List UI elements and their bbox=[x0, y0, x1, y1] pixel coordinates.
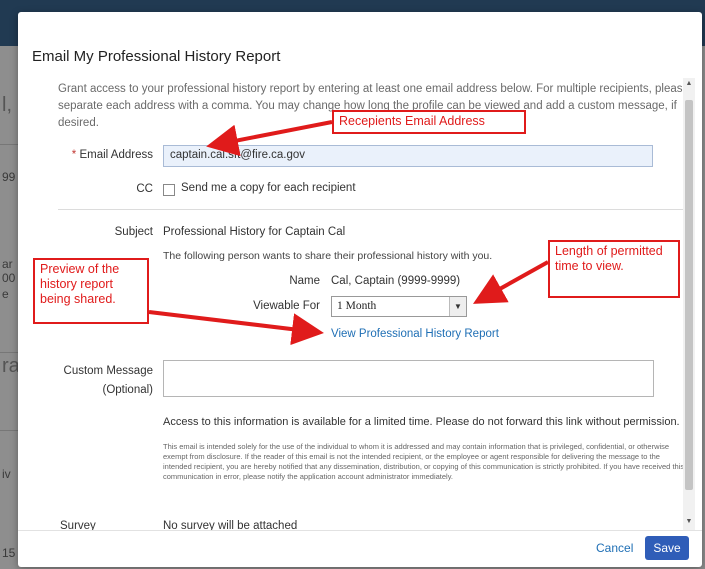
arrow-to-viewable-for bbox=[473, 260, 549, 304]
arrow-to-view-link bbox=[148, 310, 324, 346]
arrow-to-email bbox=[206, 120, 333, 157]
annotation-arrows bbox=[148, 120, 549, 346]
